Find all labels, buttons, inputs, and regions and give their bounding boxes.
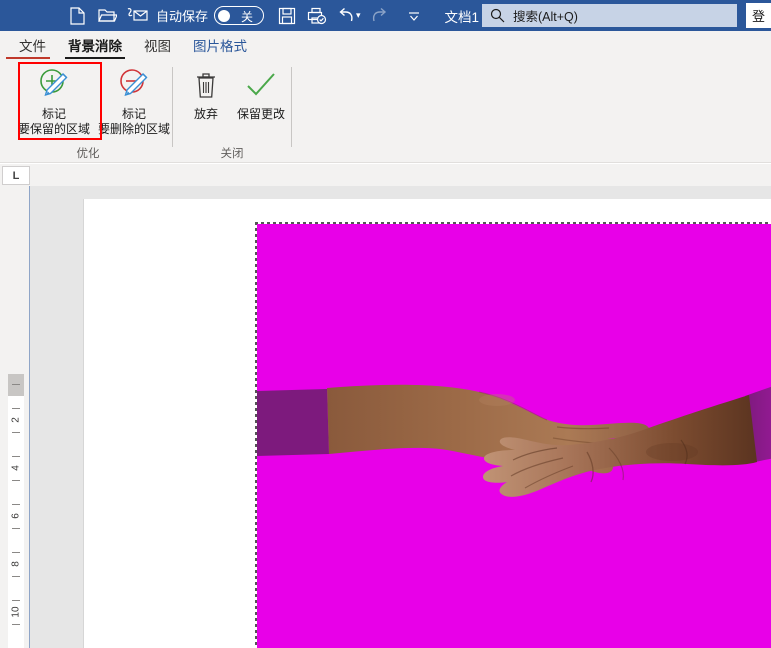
ribbon-group-close: 放弃 保留更改 所有更改 关闭 — [176, 59, 288, 191]
vtick-a9 — [12, 600, 20, 601]
vruler-tick-10: 10 — [10, 606, 22, 618]
mark-remove-label-line2: 要删除的区域 — [97, 122, 170, 136]
customize-quick-access-icon[interactable] — [399, 0, 429, 31]
title-bar: 自动保存 关 ▾ 文档1 - Word 搜索(Alt+Q) 登 — [0, 0, 771, 31]
undo-dropdown-caret-icon[interactable]: ▾ — [356, 10, 361, 21]
vtick-a4 — [12, 480, 20, 481]
sign-in-label: 登 — [752, 9, 766, 24]
ribbon: 标记 要保留的区域 标记 要删除的区域 优化 放弃 保留更改 关闭 — [0, 59, 771, 191]
hands-image — [257, 384, 771, 497]
vruler-tick-4: 4 — [10, 465, 22, 471]
keep-changes-label: 保留更改 — [236, 107, 285, 121]
document-page[interactable] — [84, 199, 771, 648]
search-icon — [490, 8, 505, 23]
mark-areas-to-keep-button[interactable]: 标记 要保留的区域 — [16, 63, 92, 137]
tab-stop-selector-label: L — [12, 169, 20, 182]
discard-all-changes-button[interactable]: 放弃 — [180, 63, 232, 122]
ribbon-group-separator-2 — [291, 67, 292, 147]
top-margin-zone — [8, 374, 24, 396]
print-preview-icon[interactable] — [302, 0, 332, 31]
vtick-a7 — [12, 552, 20, 553]
vruler-tick-6: 6 — [10, 513, 22, 519]
autosave-toggle[interactable]: 关 — [214, 6, 265, 25]
vtick-a6 — [12, 528, 20, 529]
tab-background-removal[interactable]: 背景消除 — [57, 31, 133, 59]
selected-picture[interactable] — [255, 222, 771, 648]
tab-file[interactable]: 文件 — [8, 31, 57, 59]
ribbon-tabbar: 文件 背景消除 视图 图片格式 — [0, 31, 771, 59]
open-folder-icon[interactable] — [92, 0, 122, 31]
redo-icon — [365, 0, 395, 31]
vruler-tick-2: 2 — [10, 417, 22, 423]
ribbon-group-separator-1 — [172, 67, 173, 147]
document-canvas[interactable] — [30, 186, 771, 648]
mark-keep-label-line1: 标记 — [41, 107, 66, 121]
autosave-label: 自动保存 — [156, 9, 209, 24]
vtick-a3 — [12, 456, 20, 457]
vtick-a1 — [12, 408, 20, 409]
vtick-a5 — [12, 504, 20, 505]
mark-keep-icon — [36, 63, 72, 107]
ribbon-group-close-label: 关闭 — [220, 148, 244, 160]
sign-in-button[interactable]: 登 — [746, 3, 771, 28]
picture-content[interactable] — [257, 224, 771, 648]
search-input[interactable]: 搜索(Alt+Q) — [482, 4, 737, 27]
search-placeholder: 搜索(Alt+Q) — [513, 10, 578, 24]
save-icon[interactable] — [272, 0, 302, 31]
mark-remove-icon — [116, 63, 152, 107]
autosave-knob — [218, 9, 231, 22]
keep-changes-check-icon — [244, 63, 278, 107]
keep-changes-button[interactable]: 保留更改 — [234, 63, 288, 122]
vtick-a8 — [12, 576, 20, 577]
vtick-a2 — [12, 432, 20, 433]
word-window: 自动保存 关 ▾ 文档1 - Word 搜索(Alt+Q) 登 — [0, 0, 771, 648]
tab-view-label: 视图 — [144, 39, 171, 54]
ribbon-group-refine-label: 优化 — [76, 148, 100, 160]
new-document-icon[interactable] — [62, 0, 92, 31]
tab-picture-format-label: 图片格式 — [193, 39, 247, 54]
vruler-tick-8: 8 — [10, 561, 22, 567]
mark-keep-label-line2: 要保留的区域 — [17, 122, 90, 136]
tab-stop-selector-button[interactable]: L — [2, 166, 30, 185]
vtick-a0 — [12, 384, 20, 385]
horizontal-ruler[interactable]: 8 6 4 2 2 4 6 8 10 12 14 16 18 20 22 24 … — [0, 164, 771, 358]
mark-areas-to-remove-button[interactable]: 标记 要删除的区域 — [95, 63, 173, 137]
discard-trash-icon — [193, 63, 219, 107]
discard-label-line1: 放弃 — [193, 107, 218, 121]
tab-background-removal-label: 背景消除 — [68, 39, 122, 54]
tab-picture-format[interactable]: 图片格式 — [182, 31, 258, 59]
vertical-ruler[interactable]: 2 4 6 8 10 12 14 16 18 20 — [0, 186, 30, 648]
autosave-state: 关 — [241, 10, 254, 24]
tab-file-label: 文件 — [19, 39, 46, 54]
vtick-a10 — [12, 624, 20, 625]
left-sleeve — [257, 389, 329, 456]
vertical-ruler-track[interactable]: 2 4 6 8 10 12 14 16 18 20 — [8, 374, 24, 648]
ribbon-group-refine: 标记 要保留的区域 标记 要删除的区域 优化 — [8, 59, 170, 163]
mark-remove-label-line1: 标记 — [121, 107, 146, 121]
tab-view[interactable]: 视图 — [133, 31, 182, 59]
send-mail-icon[interactable] — [122, 0, 152, 31]
